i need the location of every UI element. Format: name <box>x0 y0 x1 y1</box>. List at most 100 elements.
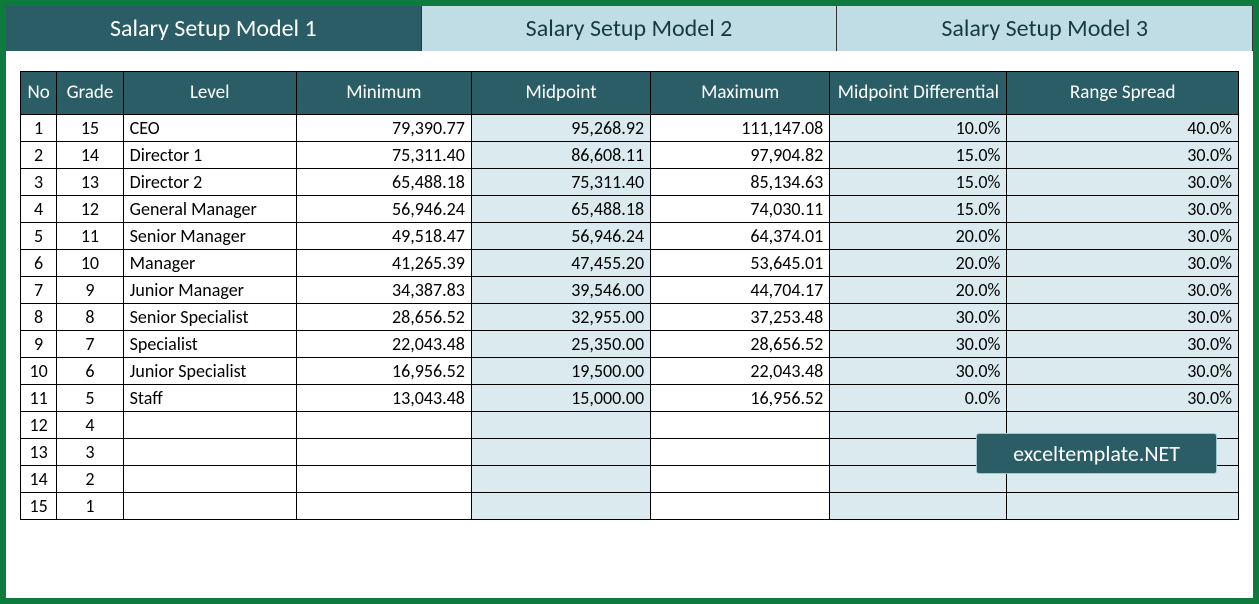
cell-no: 8 <box>21 303 57 330</box>
cell-diff: 0.0% <box>830 384 1007 411</box>
cell-min: 79,390.77 <box>296 114 471 141</box>
header-diff: Midpoint Differential <box>830 72 1007 115</box>
cell-level <box>123 411 296 438</box>
cell-mid: 32,955.00 <box>471 303 650 330</box>
cell-mid <box>471 411 650 438</box>
cell-max: 74,030.11 <box>651 195 830 222</box>
table-row: 511Senior Manager49,518.4756,946.2464,37… <box>21 222 1239 249</box>
cell-diff: 30.0% <box>830 357 1007 384</box>
watermark-label: exceltemplate.NET <box>976 433 1217 474</box>
table-row: 97Specialist22,043.4825,350.0028,656.52 3… <box>21 330 1239 357</box>
cell-level: Junior Manager <box>123 276 296 303</box>
cell-diff: 10.0% <box>830 114 1007 141</box>
cell-no: 4 <box>21 195 57 222</box>
header-no: No <box>21 72 57 115</box>
cell-spread: 30.0% <box>1007 222 1239 249</box>
cell-max <box>651 438 830 465</box>
cell-max: 37,253.48 <box>651 303 830 330</box>
cell-diff: 30.0% <box>830 303 1007 330</box>
cell-grade: 10 <box>57 249 123 276</box>
cell-min <box>296 438 471 465</box>
cell-no: 2 <box>21 141 57 168</box>
cell-grade: 1 <box>57 492 123 519</box>
tab-model-3[interactable]: Salary Setup Model 3 <box>837 6 1253 51</box>
cell-no: 1 <box>21 114 57 141</box>
header-spread: Range Spread <box>1007 72 1239 115</box>
cell-grade: 9 <box>57 276 123 303</box>
cell-mid: 15,000.00 <box>471 384 650 411</box>
cell-min: 34,387.83 <box>296 276 471 303</box>
cell-mid: 56,946.24 <box>471 222 650 249</box>
cell-level: CEO <box>123 114 296 141</box>
table-row: 610Manager41,265.3947,455.2053,645.0120.… <box>21 249 1239 276</box>
cell-spread: 30.0% <box>1007 303 1239 330</box>
cell-grade: 15 <box>57 114 123 141</box>
cell-max: 64,374.01 <box>651 222 830 249</box>
cell-max <box>651 465 830 492</box>
cell-diff: 15.0% <box>830 168 1007 195</box>
cell-no: 6 <box>21 249 57 276</box>
cell-spread: 40.0% <box>1007 114 1239 141</box>
table-row: 115CEO79,390.7795,268.92111,147.0810.0%4… <box>21 114 1239 141</box>
cell-min: 28,656.52 <box>296 303 471 330</box>
cell-max <box>651 492 830 519</box>
cell-level: Senior Manager <box>123 222 296 249</box>
cell-no: 15 <box>21 492 57 519</box>
cell-max: 111,147.08 <box>651 114 830 141</box>
table-row: 412General Manager56,946.2465,488.1874,0… <box>21 195 1239 222</box>
cell-mid: 95,268.92 <box>471 114 650 141</box>
cell-mid: 47,455.20 <box>471 249 650 276</box>
cell-min: 65,488.18 <box>296 168 471 195</box>
cell-max: 85,134.63 <box>651 168 830 195</box>
cell-no: 13 <box>21 438 57 465</box>
table-row: 151 <box>21 492 1239 519</box>
cell-min: 13,043.48 <box>296 384 471 411</box>
cell-spread: 30.0% <box>1007 330 1239 357</box>
cell-grade: 2 <box>57 465 123 492</box>
cell-max: 16,956.52 <box>651 384 830 411</box>
cell-level: Director 2 <box>123 168 296 195</box>
header-min: Minimum <box>296 72 471 115</box>
cell-mid <box>471 492 650 519</box>
cell-grade: 7 <box>57 330 123 357</box>
cell-min <box>296 411 471 438</box>
header-grade: Grade <box>57 72 123 115</box>
tab-model-1[interactable]: Salary Setup Model 1 <box>6 6 422 51</box>
cell-level: Specialist <box>123 330 296 357</box>
cell-grade: 4 <box>57 411 123 438</box>
cell-diff: 15.0% <box>830 195 1007 222</box>
cell-no: 5 <box>21 222 57 249</box>
cell-no: 11 <box>21 384 57 411</box>
cell-min: 22,043.48 <box>296 330 471 357</box>
cell-min: 56,946.24 <box>296 195 471 222</box>
cell-grade: 12 <box>57 195 123 222</box>
cell-max: 53,645.01 <box>651 249 830 276</box>
cell-mid: 86,608.11 <box>471 141 650 168</box>
cell-grade: 6 <box>57 357 123 384</box>
cell-min: 16,956.52 <box>296 357 471 384</box>
header-mid: Midpoint <box>471 72 650 115</box>
header-max: Maximum <box>651 72 830 115</box>
cell-level: Junior Specialist <box>123 357 296 384</box>
cell-spread <box>1007 492 1239 519</box>
cell-max: 28,656.52 <box>651 330 830 357</box>
cell-min: 41,265.39 <box>296 249 471 276</box>
cell-diff <box>830 492 1007 519</box>
cell-mid: 75,311.40 <box>471 168 650 195</box>
cell-no: 7 <box>21 276 57 303</box>
cell-mid: 39,546.00 <box>471 276 650 303</box>
cell-diff: 15.0% <box>830 141 1007 168</box>
cell-mid <box>471 438 650 465</box>
cell-no: 9 <box>21 330 57 357</box>
cell-spread: 30.0% <box>1007 249 1239 276</box>
cell-mid: 25,350.00 <box>471 330 650 357</box>
cell-min: 75,311.40 <box>296 141 471 168</box>
cell-min: 49,518.47 <box>296 222 471 249</box>
cell-max: 97,904.82 <box>651 141 830 168</box>
cell-level: Director 1 <box>123 141 296 168</box>
header-level: Level <box>123 72 296 115</box>
tab-model-2[interactable]: Salary Setup Model 2 <box>422 6 838 51</box>
cell-no: 12 <box>21 411 57 438</box>
cell-min <box>296 492 471 519</box>
cell-max: 44,704.17 <box>651 276 830 303</box>
